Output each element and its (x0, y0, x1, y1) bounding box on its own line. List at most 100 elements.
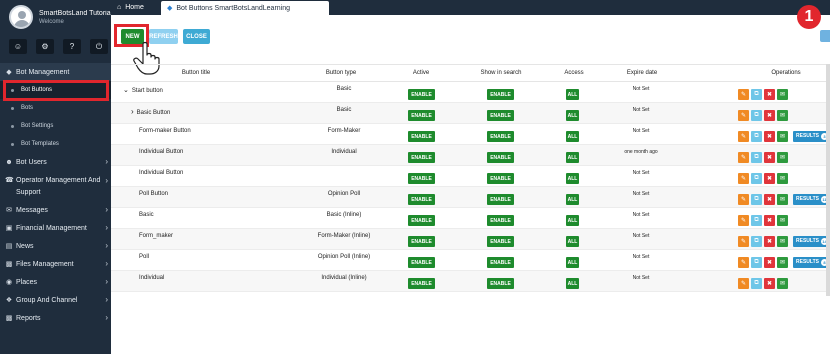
delete-icon[interactable]: ✖ (764, 193, 775, 205)
search-badge[interactable]: ENABLE (487, 278, 514, 289)
active-badge[interactable]: ENABLE (408, 215, 435, 226)
sidebar-item-news[interactable]: ▤ News › (0, 237, 111, 255)
sidebar-subitem-bot-templates[interactable]: Bot Templates (0, 135, 111, 153)
edit-icon[interactable]: ✎ (738, 172, 749, 184)
edit-icon[interactable]: ✎ (738, 151, 749, 163)
copy-icon[interactable]: ⧉ (751, 256, 762, 268)
sidebar-item-operator-management[interactable]: ☎ Operator Management And Support › (0, 171, 111, 201)
settings-icon[interactable]: ⚙ (36, 39, 54, 54)
copy-icon[interactable]: ⧉ (751, 214, 762, 226)
active-badge[interactable]: ENABLE (408, 194, 435, 205)
active-badge[interactable]: ENABLE (408, 173, 435, 184)
search-badge[interactable]: ENABLE (487, 131, 514, 142)
access-badge[interactable]: ALL (566, 236, 579, 247)
delete-icon[interactable]: ✖ (764, 256, 775, 268)
results-button[interactable]: RESULTS 8 (793, 256, 830, 268)
table-row[interactable]: Individual Individual (Inline) ENABLE ENABL… (111, 271, 830, 292)
access-badge[interactable]: ALL (566, 89, 579, 100)
copy-icon[interactable]: ⧉ (751, 235, 762, 247)
message-icon[interactable]: ✉ (777, 172, 788, 184)
message-icon[interactable]: ✉ (777, 88, 788, 100)
delete-icon[interactable]: ✖ (764, 235, 775, 247)
delete-icon[interactable]: ✖ (764, 88, 775, 100)
table-row[interactable]: Poll Opinion Poll (Inline) ENABLE ENABLE ALL… (111, 250, 830, 271)
copy-icon[interactable]: ⧉ (751, 277, 762, 289)
vertical-scrollbar[interactable] (826, 64, 830, 296)
access-badge[interactable]: ALL (566, 152, 579, 163)
results-button[interactable]: RESULTS 14 (793, 235, 830, 247)
table-row[interactable]: › Basic Button Basic ENABLE ENABLE ALL Not Set… (111, 103, 830, 124)
edit-icon[interactable]: ✎ (738, 88, 749, 100)
table-row[interactable]: Individual Button Individual ENABLE ENABLE A… (111, 145, 830, 166)
active-badge[interactable]: ENABLE (408, 257, 435, 268)
power-icon[interactable]: ⏻ (90, 39, 108, 54)
tab-bot-buttons[interactable]: ◆ Bot Buttons SmartBotsLandLearning (161, 1, 329, 15)
message-icon[interactable]: ✉ (777, 130, 788, 142)
sidebar-item-reports[interactable]: ▩ Reports › (0, 309, 111, 327)
edit-icon[interactable]: ✎ (738, 235, 749, 247)
access-badge[interactable]: ALL (566, 257, 579, 268)
message-icon[interactable]: ✉ (777, 235, 788, 247)
help-icon[interactable]: ? (63, 39, 81, 54)
access-badge[interactable]: ALL (566, 173, 579, 184)
search-badge[interactable]: ENABLE (487, 89, 514, 100)
message-icon[interactable]: ✉ (777, 214, 788, 226)
active-badge[interactable]: ENABLE (408, 110, 435, 121)
message-icon[interactable]: ✉ (777, 256, 788, 268)
access-badge[interactable]: ALL (566, 194, 579, 205)
message-icon[interactable]: ✉ (777, 109, 788, 121)
access-badge[interactable]: ALL (566, 110, 579, 121)
search-badge[interactable]: ENABLE (487, 215, 514, 226)
delete-icon[interactable]: ✖ (764, 277, 775, 289)
table-row[interactable]: Poll Button Opinion Poll ENABLE ENABLE ALL No… (111, 187, 830, 208)
delete-icon[interactable]: ✖ (764, 151, 775, 163)
edit-icon[interactable]: ✎ (738, 109, 749, 121)
active-badge[interactable]: ENABLE (408, 152, 435, 163)
table-row[interactable]: Individual Button ENABLE ENABLE ALL Not Set ✎… (111, 166, 830, 187)
tab-home[interactable]: ⌂ Home (111, 0, 161, 15)
copy-icon[interactable]: ⧉ (751, 193, 762, 205)
results-button[interactable]: RESULTS 11 (793, 193, 830, 205)
sidebar-item-financial-management[interactable]: ▣ Financial Management › (0, 219, 111, 237)
message-icon[interactable]: ✉ (777, 151, 788, 163)
search-badge[interactable]: ENABLE (487, 194, 514, 205)
sidebar-item-places[interactable]: ◉ Places › (0, 273, 111, 291)
copy-icon[interactable]: ⧉ (751, 172, 762, 184)
search-badge[interactable]: ENABLE (487, 236, 514, 247)
table-row[interactable]: Form-maker Button Form-Maker ENABLE ENABLE A… (111, 124, 830, 145)
search-badge[interactable]: ENABLE (487, 173, 514, 184)
edit-icon[interactable]: ✎ (738, 130, 749, 142)
delete-icon[interactable]: ✖ (764, 130, 775, 142)
edit-icon[interactable]: ✎ (738, 256, 749, 268)
avatar[interactable] (9, 5, 33, 29)
chevron-right-icon[interactable]: › (131, 107, 134, 116)
delete-icon[interactable]: ✖ (764, 109, 775, 121)
copy-icon[interactable]: ⧉ (751, 151, 762, 163)
results-button[interactable]: RESULTS 3 (793, 130, 830, 142)
table-row[interactable]: ⌄ Start button Basic ENABLE ENABLE ALL Not Set… (111, 82, 830, 103)
sidebar-subitem-bots[interactable]: Bots (0, 99, 111, 117)
user-icon[interactable]: ☺ (9, 39, 27, 54)
close-button[interactable]: CLOSE (183, 29, 210, 44)
copy-icon[interactable]: ⧉ (751, 88, 762, 100)
active-badge[interactable]: ENABLE (408, 278, 435, 289)
active-badge[interactable]: ENABLE (408, 236, 435, 247)
side-panel-toggle[interactable] (820, 30, 830, 42)
delete-icon[interactable]: ✖ (764, 214, 775, 226)
table-row[interactable]: Form_maker Form-Maker (Inline) ENABLE ENABL… (111, 229, 830, 250)
search-badge[interactable]: ENABLE (487, 110, 514, 121)
search-badge[interactable]: ENABLE (487, 257, 514, 268)
chevron-down-icon[interactable]: ⌄ (123, 87, 129, 94)
sidebar-item-bot-users[interactable]: ☻ Bot Users › (0, 153, 111, 171)
sidebar-item-messages[interactable]: ✉ Messages › (0, 201, 111, 219)
message-icon[interactable]: ✉ (777, 193, 788, 205)
message-icon[interactable]: ✉ (777, 277, 788, 289)
delete-icon[interactable]: ✖ (764, 172, 775, 184)
sidebar-item-bot-management[interactable]: ◆ Bot Management (0, 63, 111, 81)
access-badge[interactable]: ALL (566, 131, 579, 142)
active-badge[interactable]: ENABLE (408, 89, 435, 100)
active-badge[interactable]: ENABLE (408, 131, 435, 142)
copy-icon[interactable]: ⧉ (751, 109, 762, 121)
access-badge[interactable]: ALL (566, 278, 579, 289)
access-badge[interactable]: ALL (566, 215, 579, 226)
